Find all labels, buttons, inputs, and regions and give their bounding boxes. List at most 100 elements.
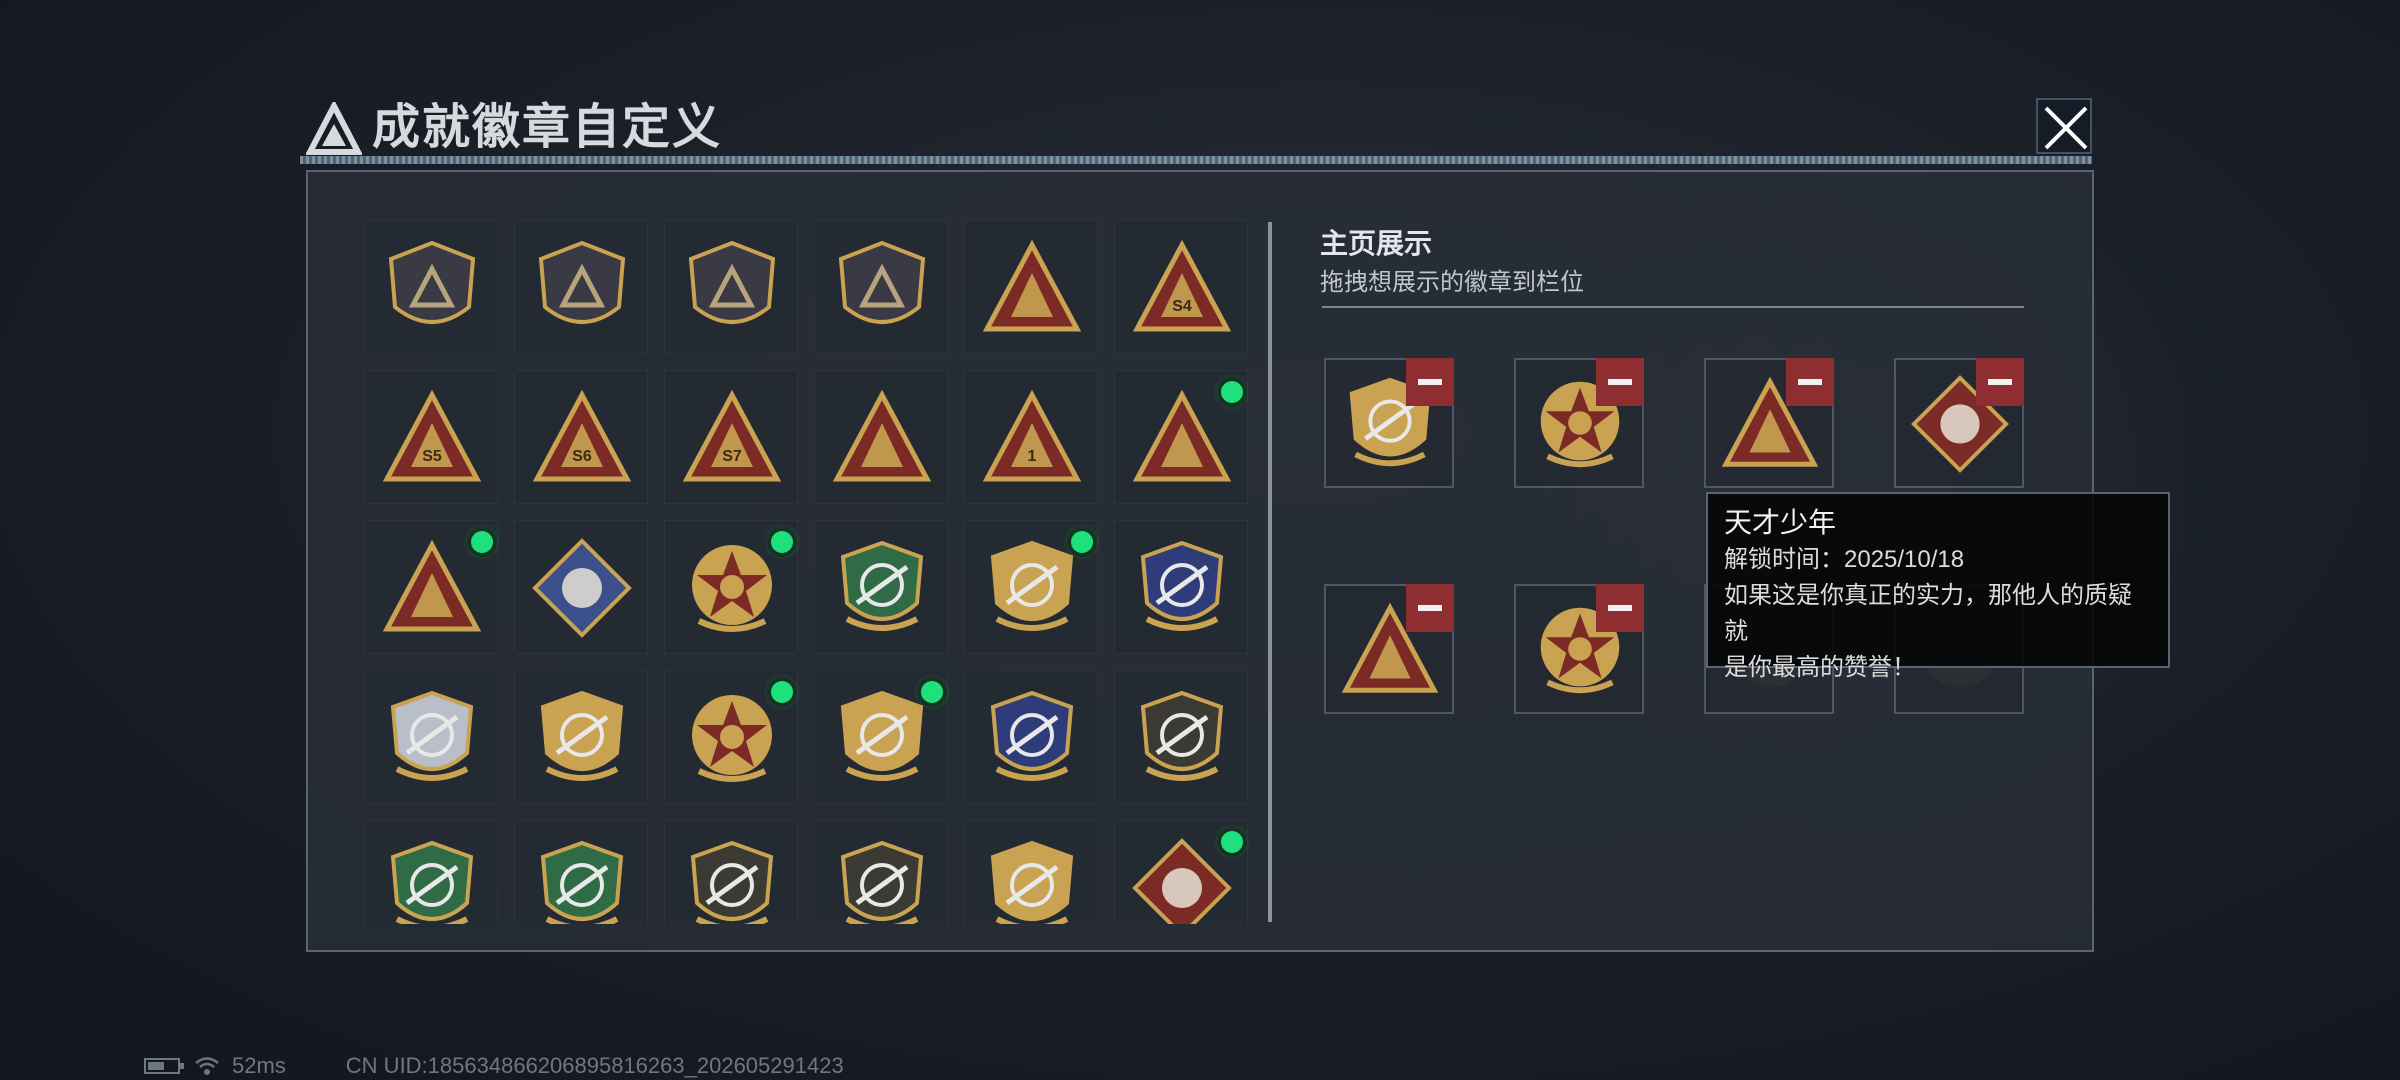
star-burst-tank-badge-icon	[692, 545, 772, 632]
badge-grid: S4 S5 S6 S7 1	[364, 220, 1260, 924]
badge-cell-wolf-diamond-badge[interactable]	[1114, 820, 1248, 924]
triangle-s7-badge-icon: S7	[682, 389, 782, 482]
badge-cell-triangle-s4-badge[interactable]: S4	[1114, 220, 1248, 354]
badge-collection-scroll[interactable]: S4 S5 S6 S7 1	[364, 220, 1260, 924]
scrollbar[interactable]	[1268, 222, 1272, 922]
triangle-satellite-badge-icon	[982, 239, 1082, 332]
title-underline	[300, 156, 2092, 164]
svg-text:S6: S6	[572, 448, 592, 465]
green-crosshair-rifle-badge-icon	[390, 840, 474, 924]
remove-badge-button[interactable]	[1406, 584, 1454, 632]
new-indicator-dot	[921, 681, 943, 703]
dialog-header: 成就徽章自定义	[300, 92, 2096, 172]
badge-cell-gold-rifle-crossed-badge[interactable]	[814, 670, 948, 804]
remove-badge-button[interactable]	[1406, 358, 1454, 406]
svg-text:S7: S7	[722, 448, 742, 465]
badge-cell-shield-helicopter-badge[interactable]	[514, 220, 648, 354]
badge-cell-triangle-usb-badge[interactable]	[1114, 370, 1248, 504]
badge-cell-star-burst-badge[interactable]	[664, 670, 798, 804]
tooltip-badge-name: 天才少年	[1724, 507, 1837, 538]
badge-cell-green-crosshair-badge[interactable]	[514, 820, 648, 924]
badge-cell-triangle-s5-backpack-badge[interactable]: S5	[364, 370, 498, 504]
showcase-slot[interactable]	[1514, 584, 1644, 714]
wifi-icon	[195, 1057, 219, 1075]
gold-rifle-crossed-badge-icon	[840, 690, 924, 781]
triangle-usb-badge-icon	[1132, 389, 1232, 482]
triangle-s4-badge-icon: S4	[1132, 239, 1232, 332]
diamond-rocket-launcher-badge-icon	[532, 538, 632, 638]
gold-crosshair-badge-icon	[990, 840, 1074, 924]
shield-diamond-emblem-badge-icon	[688, 240, 776, 324]
badge-cell-triangle-bird-badge[interactable]	[814, 370, 948, 504]
green-shield-badge-icon	[840, 540, 924, 631]
triangle-logo-icon	[306, 102, 362, 155]
dark-rifle-badge-icon	[1140, 690, 1224, 781]
badge-cell-gold-shield-emblem-badge[interactable]	[964, 520, 1098, 654]
shield-triangle-logo-badge-icon	[388, 240, 476, 324]
shield-dagger-badge-icon	[838, 240, 926, 324]
triangle-number-one-badge-icon: 1	[982, 389, 1082, 482]
badge-cell-dark-rifle-badge[interactable]	[1114, 670, 1248, 804]
badge-cell-blue-shield-diamond-badge[interactable]	[1114, 520, 1248, 654]
showcase-slot[interactable]	[1324, 584, 1454, 714]
showcase-divider	[1322, 306, 2024, 308]
star-burst-badge-icon	[692, 695, 772, 782]
new-indicator-dot	[1221, 831, 1243, 853]
svg-text:S5: S5	[422, 448, 442, 465]
badge-cell-gold-tank-badge[interactable]	[514, 670, 648, 804]
showcase-slot[interactable]	[1324, 358, 1454, 488]
battery-icon	[144, 1058, 184, 1074]
badge-cell-shield-diamond-emblem-badge[interactable]	[664, 220, 798, 354]
remove-badge-button[interactable]	[1596, 584, 1644, 632]
badge-cell-shield-dagger-badge[interactable]	[814, 220, 948, 354]
badge-cell-triangle-number-one-badge[interactable]: 1	[964, 370, 1098, 504]
remove-badge-button[interactable]	[1976, 358, 2024, 406]
badge-cell-shield-triangle-logo-badge[interactable]	[364, 220, 498, 354]
gold-shield-emblem-badge-icon	[990, 540, 1074, 631]
svg-text:S4: S4	[1172, 298, 1192, 315]
blue-crosshair-rifle-badge-icon	[990, 690, 1074, 781]
silver-crosshair-badge-icon	[390, 690, 474, 781]
shield-helicopter-badge-icon	[538, 240, 626, 324]
badge-cell-triangle-satellite-badge[interactable]	[964, 220, 1098, 354]
showcase-slot[interactable]	[1704, 358, 1834, 488]
status-bar: 52ms CN UID:18563486620689581626​3_20260…	[144, 1052, 844, 1080]
badge-tooltip: 天才少年 解锁时间：2025/10/18 如果这是你真正的实力，那他人的质疑就 …	[1706, 492, 2170, 681]
showcase-slot[interactable]	[1894, 358, 2024, 488]
badge-cell-blue-crosshair-rifle-badge[interactable]	[964, 670, 1098, 804]
new-indicator-dot	[771, 531, 793, 553]
badge-cell-triangle-s6-badge[interactable]: S6	[514, 370, 648, 504]
triangle-s5-backpack-badge-icon: S5	[382, 389, 482, 482]
tooltip-description-line1: 如果这是你真正的实力，那他人的质疑就	[1724, 582, 2132, 645]
blue-shield-diamond-badge-icon	[1140, 540, 1224, 631]
gold-tank-badge-icon	[540, 690, 624, 781]
close-icon	[2044, 106, 2088, 150]
remove-badge-button[interactable]	[1596, 358, 1644, 406]
new-indicator-dot	[771, 681, 793, 703]
close-button[interactable]	[2036, 98, 2092, 154]
badge-cell-diamond-rocket-launcher-badge[interactable]	[514, 520, 648, 654]
new-indicator-dot	[1071, 531, 1093, 553]
triangle-soldiers-badge-icon	[382, 539, 482, 632]
badge-cell-triangle-soldiers-badge[interactable]	[364, 520, 498, 654]
badge-cell-gold-crosshair-badge[interactable]	[964, 820, 1098, 924]
ping-readout: 52ms	[232, 1053, 286, 1078]
remove-badge-button[interactable]	[1786, 358, 1834, 406]
badge-cell-green-crosshair-rifle-badge[interactable]	[364, 820, 498, 924]
showcase-subtitle: 拖拽想展示的徽章到栏位	[1320, 269, 1584, 296]
badge-cell-dark-pistol-badge[interactable]	[814, 820, 948, 924]
green-crosshair-badge-icon	[540, 840, 624, 924]
badge-cell-triangle-s7-badge[interactable]: S7	[664, 370, 798, 504]
badge-cell-green-shield-badge[interactable]	[814, 520, 948, 654]
badge-cell-dark-sniper-badge[interactable]	[664, 820, 798, 924]
triangle-bird-badge-icon	[832, 389, 932, 482]
badge-cell-star-burst-tank-badge[interactable]	[664, 520, 798, 654]
showcase-slot[interactable]	[1514, 358, 1644, 488]
badge-cell-silver-crosshair-badge[interactable]	[364, 670, 498, 804]
tooltip-description-line2: 是你最高的赞誉！	[1724, 654, 1916, 681]
tooltip-unlock-time: 解锁时间：2025/10/18	[1724, 546, 1965, 573]
new-indicator-dot	[471, 531, 493, 553]
dark-pistol-badge-icon	[840, 840, 924, 924]
uid-readout: CN UID:18563486620689581626​3_2026052914…	[345, 1053, 844, 1078]
showcase-title: 主页展示	[1320, 228, 1433, 259]
